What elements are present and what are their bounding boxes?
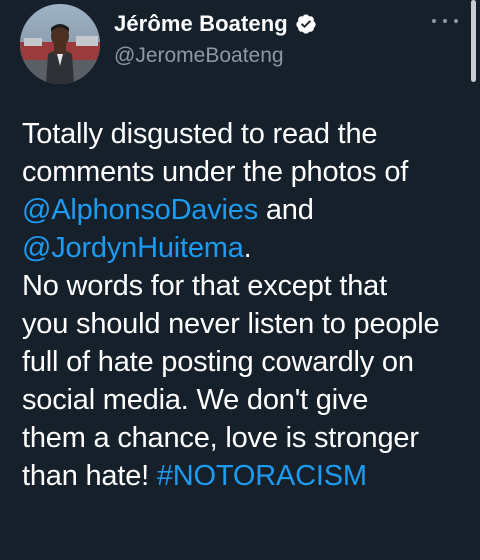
mention-link[interactable]: @JordynHuitema xyxy=(22,232,244,264)
scrollbar-thumb[interactable] xyxy=(471,0,476,82)
author-names: Jérôme Boateng @JeromeBoateng xyxy=(114,10,414,68)
display-name-row: Jérôme Boateng xyxy=(114,10,414,38)
tweet-line: full of hate posting cowardly on xyxy=(22,343,472,381)
tweet-text-segment: . xyxy=(243,232,252,264)
tweet-text-segment: you should never listen to people xyxy=(22,308,440,340)
author-handle[interactable]: @JeromeBoateng xyxy=(114,44,414,68)
tweet-line: comments under the photos of xyxy=(22,153,472,191)
tweet-text-segment: them a chance, love is stronger xyxy=(22,422,419,454)
tweet-text: Totally disgusted to read the comments u… xyxy=(22,115,472,495)
tweet-text-segment: No words for that except that xyxy=(22,270,387,302)
dot xyxy=(432,19,436,23)
dot xyxy=(443,19,447,23)
tweet-line: @AlphonsoDavies and xyxy=(22,191,472,229)
tweet-card: Jérôme Boateng @JeromeBoateng Totally di… xyxy=(0,0,480,560)
tweet-text-segment: Totally disgusted to read the xyxy=(22,118,378,150)
tweet-text-segment: full of hate posting cowardly on xyxy=(22,346,414,378)
hashtag-link[interactable]: #NOTORACISM xyxy=(157,460,367,492)
tweet-line: Totally disgusted to read the xyxy=(22,115,472,153)
tweet-text-segment: than hate! xyxy=(22,460,157,492)
author-avatar[interactable] xyxy=(20,4,100,84)
verified-badge-icon xyxy=(296,14,316,34)
author-display-name[interactable]: Jérôme Boateng xyxy=(114,11,288,37)
tweet-line: than hate! #NOTORACISM xyxy=(22,457,472,495)
ellipsis-icon[interactable] xyxy=(432,14,458,28)
tweet-text-segment: social media. We don't give xyxy=(22,384,369,416)
tweet-line: social media. We don't give xyxy=(22,381,472,419)
dot xyxy=(454,19,458,23)
tweet-text-segment: comments under the photos of xyxy=(22,156,409,188)
profile-photo-icon xyxy=(20,4,100,84)
tweet-line: @JordynHuitema. xyxy=(22,229,472,267)
tweet-line: them a chance, love is stronger xyxy=(22,419,472,457)
mention-link[interactable]: @AlphonsoDavies xyxy=(22,194,258,226)
tweet-text-segment: and xyxy=(258,194,314,226)
tweet-line: you should never listen to people xyxy=(22,305,472,343)
tweet-line: No words for that except that xyxy=(22,267,472,305)
